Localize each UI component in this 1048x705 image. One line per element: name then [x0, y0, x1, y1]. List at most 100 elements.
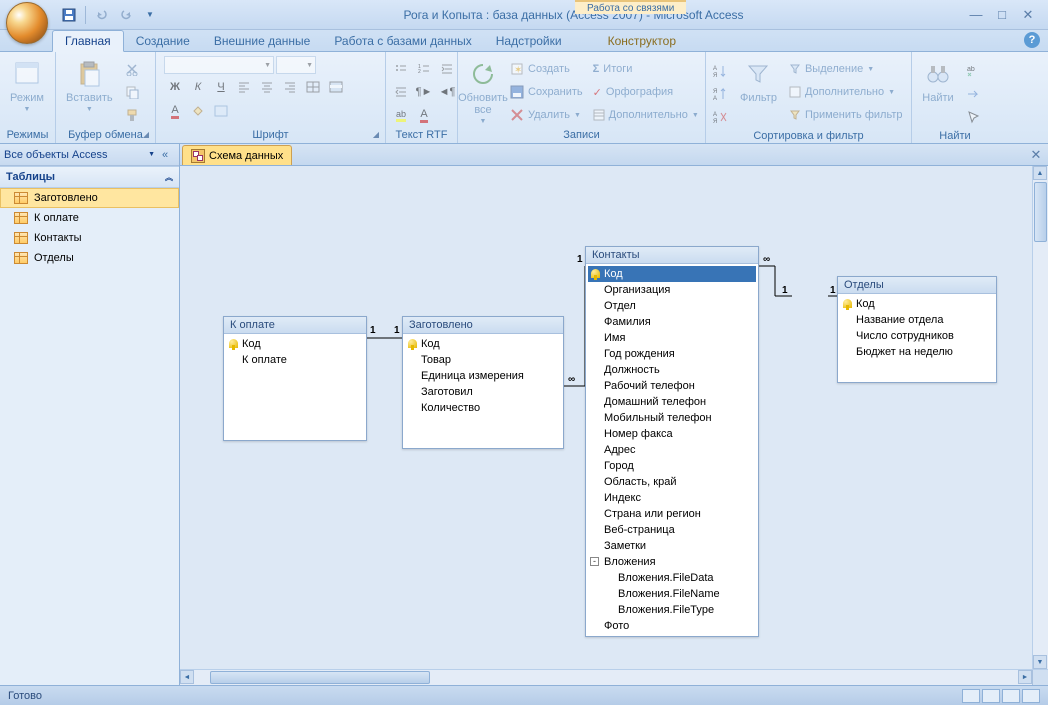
collapse-nav-icon[interactable]: « — [155, 149, 175, 161]
save-record-button[interactable]: Сохранить — [506, 81, 587, 103]
field-tovar[interactable]: Товар — [405, 352, 561, 368]
office-button[interactable] — [6, 2, 48, 44]
advanced-filter-button[interactable]: Дополнительно ▼ — [785, 81, 907, 103]
highlight-icon[interactable]: ab — [390, 104, 412, 126]
ltr-icon[interactable]: ¶► — [413, 81, 435, 103]
field-byudzhet[interactable]: Бюджет на неделю — [840, 344, 994, 360]
font-launcher-icon[interactable]: ◢ — [373, 130, 379, 139]
field-god-rozhdeniya[interactable]: Год рождения — [588, 346, 756, 362]
gridlines-icon[interactable] — [302, 76, 324, 98]
font-name-combo[interactable]: ▼ — [164, 56, 274, 74]
totals-button[interactable]: Σ Итоги — [589, 58, 703, 80]
field-foto[interactable]: Фото — [588, 618, 756, 634]
field-vlozheniya-filename[interactable]: Вложения.FileName — [588, 586, 756, 602]
increase-indent-icon[interactable] — [436, 58, 458, 80]
field-zagotovil[interactable]: Заготовил — [405, 384, 561, 400]
field-gorod[interactable]: Город — [588, 458, 756, 474]
align-center-icon[interactable] — [256, 76, 278, 98]
view-shortcut-3[interactable] — [1002, 689, 1020, 703]
view-shortcut-4[interactable] — [1022, 689, 1040, 703]
relationships-canvas[interactable]: 1 1 ∞ 1 ∞ 1 1 К оплате Код К оплате Заго… — [180, 166, 1048, 685]
field-zametki[interactable]: Заметки — [588, 538, 756, 554]
font-color-icon[interactable]: A — [164, 100, 186, 122]
collapse-icon[interactable]: - — [590, 557, 599, 566]
font-size-combo[interactable]: ▼ — [276, 56, 316, 74]
help-icon[interactable]: ? — [1024, 32, 1040, 48]
numbering-icon[interactable]: 12 — [413, 58, 435, 80]
tab-home[interactable]: Главная — [52, 30, 124, 52]
field-veb[interactable]: Веб-страница — [588, 522, 756, 538]
table-box-kontakty[interactable]: Контакты Код Организация Отдел Фамилия И… — [585, 246, 759, 637]
field-adres[interactable]: Адрес — [588, 442, 756, 458]
table-box-otdely[interactable]: Отделы Код Название отдела Число сотрудн… — [837, 276, 997, 383]
field-imya[interactable]: Имя — [588, 330, 756, 346]
field-vlozheniya-filetype[interactable]: Вложения.FileType — [588, 602, 756, 618]
grid-color-icon[interactable] — [210, 100, 232, 122]
align-left-icon[interactable] — [233, 76, 255, 98]
altrow-icon[interactable] — [325, 76, 347, 98]
qat-customize-icon[interactable]: ▼ — [139, 4, 161, 26]
horizontal-scrollbar[interactable]: ◄ ► — [180, 669, 1048, 685]
new-record-button[interactable]: ✶Создать — [506, 58, 587, 80]
select-icon[interactable] — [962, 106, 984, 128]
field-kolichestvo[interactable]: Количество — [405, 400, 561, 416]
cut-icon[interactable] — [121, 58, 143, 80]
field-kod[interactable]: Код — [405, 336, 561, 352]
close-button[interactable]: ✕ — [1018, 7, 1038, 23]
clipboard-launcher-icon[interactable]: ◢ — [143, 130, 149, 139]
field-strana[interactable]: Страна или регион — [588, 506, 756, 522]
align-right-icon[interactable] — [279, 76, 301, 98]
field-chislo-sotrudnikov[interactable]: Число сотрудников — [840, 328, 994, 344]
redo-icon[interactable] — [115, 4, 137, 26]
tab-addins[interactable]: Надстройки — [484, 31, 574, 51]
bullets-icon[interactable] — [390, 58, 412, 80]
field-rabochiy-tel[interactable]: Рабочий телефон — [588, 378, 756, 394]
nav-item-zagotovleno[interactable]: Заготовлено — [0, 188, 179, 208]
selection-filter-button[interactable]: Выделение ▼ — [785, 58, 907, 80]
goto-icon[interactable] — [962, 83, 984, 105]
field-edinica[interactable]: Единица измерения — [405, 368, 561, 384]
format-painter-icon[interactable] — [121, 104, 143, 126]
field-otdel[interactable]: Отдел — [588, 298, 756, 314]
toggle-filter-button[interactable]: Применить фильтр — [785, 104, 907, 126]
field-oblast[interactable]: Область, край — [588, 474, 756, 490]
field-nazvanie-otdela[interactable]: Название отдела — [840, 312, 994, 328]
nav-item-otdely[interactable]: Отделы — [0, 248, 179, 268]
view-shortcut-1[interactable] — [962, 689, 980, 703]
field-k-oplate[interactable]: К оплате — [226, 352, 364, 368]
refresh-all-button[interactable]: Обновить все ▼ — [462, 56, 504, 127]
field-mobilniy-tel[interactable]: Мобильный телефон — [588, 410, 756, 426]
nav-header[interactable]: Все объекты Access ▼ « — [0, 144, 179, 166]
italic-icon[interactable]: К — [187, 76, 209, 98]
view-shortcut-2[interactable] — [982, 689, 1000, 703]
field-kod[interactable]: Код — [840, 296, 994, 312]
field-kod[interactable]: Код — [588, 266, 756, 282]
field-faks[interactable]: Номер факса — [588, 426, 756, 442]
field-vlozheniya-filedata[interactable]: Вложения.FileData — [588, 570, 756, 586]
nav-item-k-oplate[interactable]: К оплате — [0, 208, 179, 228]
filter-button[interactable]: Фильтр — [734, 56, 783, 106]
text-color-icon[interactable]: A — [413, 104, 435, 126]
vertical-scrollbar[interactable]: ▲ ▼ — [1032, 166, 1048, 669]
tab-database-tools[interactable]: Работа с базами данных — [322, 31, 483, 51]
field-indeks[interactable]: Индекс — [588, 490, 756, 506]
close-doc-icon[interactable]: ✕ — [1028, 147, 1044, 161]
field-dolzhnost[interactable]: Должность — [588, 362, 756, 378]
field-familiya[interactable]: Фамилия — [588, 314, 756, 330]
table-box-zagotovleno[interactable]: Заготовлено Код Товар Единица измерения … — [402, 316, 564, 449]
spelling-button[interactable]: ✓ Орфография — [589, 81, 703, 103]
sort-desc-icon[interactable]: ЯА — [710, 83, 732, 105]
more-records-button[interactable]: Дополнительно ▼ — [589, 104, 703, 126]
field-kod[interactable]: Код — [226, 336, 364, 352]
maximize-button[interactable]: □ — [992, 7, 1012, 23]
table-box-k-oplate[interactable]: К оплате Код К оплате — [223, 316, 367, 441]
fill-color-icon[interactable] — [187, 100, 209, 122]
field-organizaciya[interactable]: Организация — [588, 282, 756, 298]
doctab-relationships[interactable]: Схема данных — [182, 145, 292, 165]
tab-external-data[interactable]: Внешние данные — [202, 31, 323, 51]
bold-icon[interactable]: Ж — [164, 76, 186, 98]
copy-icon[interactable] — [121, 81, 143, 103]
find-button[interactable]: Найти — [916, 56, 960, 106]
clear-sort-icon[interactable]: АЯ — [710, 106, 732, 128]
field-domashniy-tel[interactable]: Домашний телефон — [588, 394, 756, 410]
